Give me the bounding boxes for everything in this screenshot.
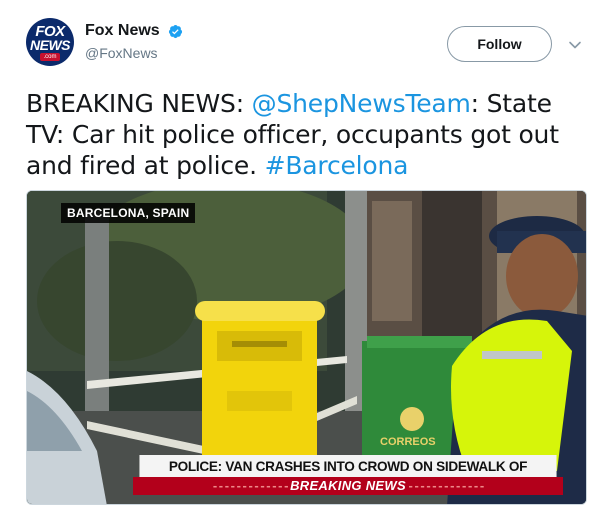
avatar-logo-com: .com	[40, 53, 60, 61]
breaking-news-label: BREAKING NEWS	[290, 478, 406, 493]
mailbox-brand: CORREOS	[380, 436, 436, 448]
verified-badge-icon	[169, 24, 183, 38]
account-name-block[interactable]: Fox News @FoxNews	[85, 22, 183, 61]
account-handle[interactable]: @FoxNews	[85, 45, 183, 61]
breaking-news-bar: - - - - - - - - - - - - - BREAKING NEWS …	[133, 477, 563, 495]
hashtag-link[interactable]: #Barcelona	[265, 151, 409, 180]
avatar[interactable]: FOX NEWS .com	[26, 18, 74, 66]
display-name[interactable]: Fox News	[85, 22, 160, 40]
follow-button[interactable]: Follow	[447, 26, 552, 62]
tweet-text: BREAKING NEWS: @ShepNewsTeam: State TV: …	[26, 88, 581, 181]
news-chyron: POLICE: VAN CRASHES INTO CROWD ON SIDEWA…	[139, 455, 557, 496]
breaking-dash-left: - - - - - - - - - - - - -	[212, 478, 291, 493]
mention-link[interactable]: @ShepNewsTeam	[252, 89, 471, 118]
chevron-down-icon[interactable]	[568, 38, 582, 52]
location-tag: BARCELONA, SPAIN	[61, 203, 196, 223]
tweet-prefix: BREAKING NEWS:	[26, 89, 252, 118]
tweet-header: FOX NEWS .com Fox News @FoxNews Follow	[0, 0, 599, 80]
breaking-dash-right: - - - - - - - - - - - - -	[405, 478, 485, 493]
tweet-media-image[interactable]: CORREOS BARCELONA, SPAIN POLICE: VAN CRA…	[26, 190, 587, 505]
avatar-logo-news: NEWS	[30, 37, 71, 53]
